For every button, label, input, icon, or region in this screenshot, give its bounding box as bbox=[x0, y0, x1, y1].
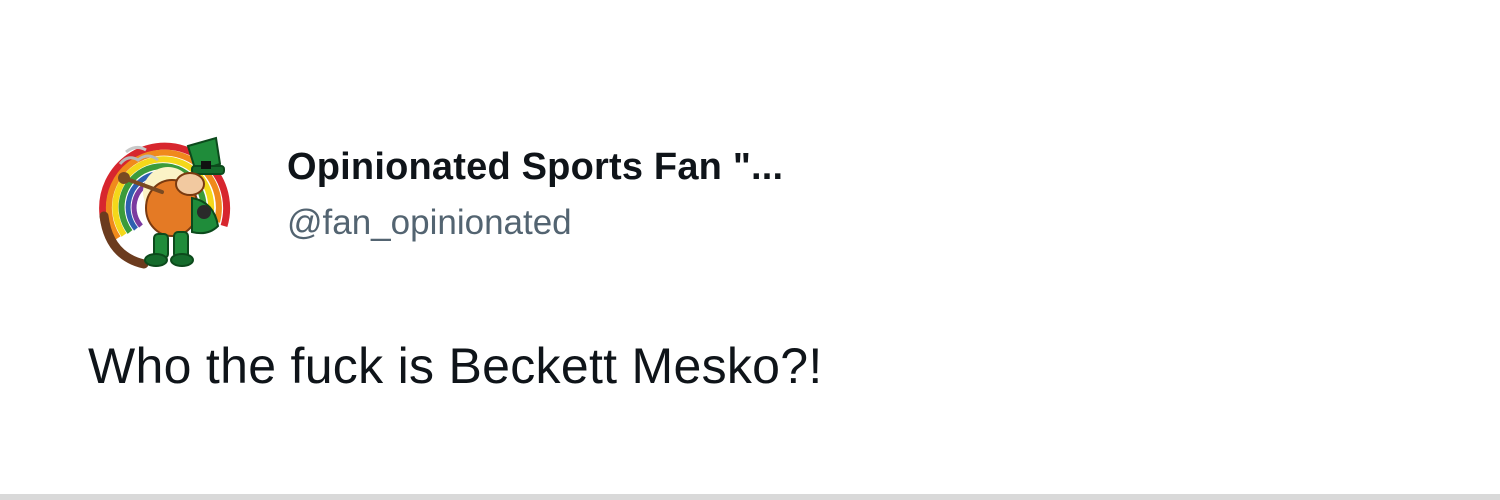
tweet-author[interactable]: Opinionated Sports Fan "... @fan_opinion… bbox=[287, 143, 783, 245]
author-handle[interactable]: @fan_opinionated bbox=[287, 201, 783, 245]
author-display-name[interactable]: Opinionated Sports Fan "... bbox=[287, 143, 783, 191]
tweet-card[interactable]: Opinionated Sports Fan "... @fan_opinion… bbox=[0, 0, 1500, 500]
leprechaun-rainbow-avatar-icon[interactable] bbox=[84, 106, 254, 276]
divider bbox=[0, 494, 1500, 500]
tweet-text: Who the fuck is Beckett Mesko?! bbox=[88, 338, 823, 394]
